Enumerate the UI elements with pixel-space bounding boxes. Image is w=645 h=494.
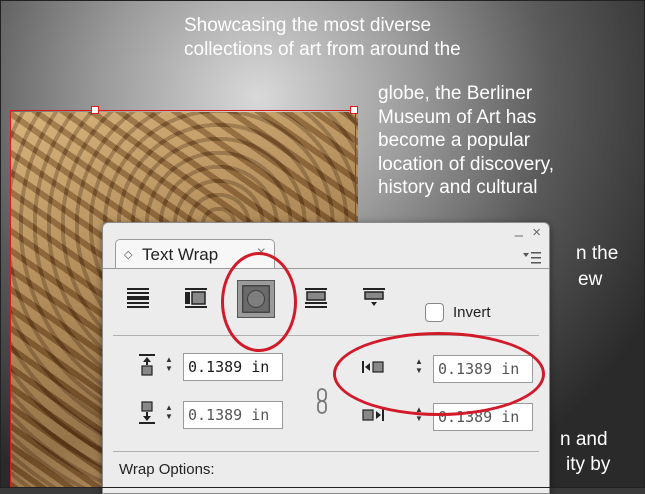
screenshot-border [0, 0, 645, 488]
